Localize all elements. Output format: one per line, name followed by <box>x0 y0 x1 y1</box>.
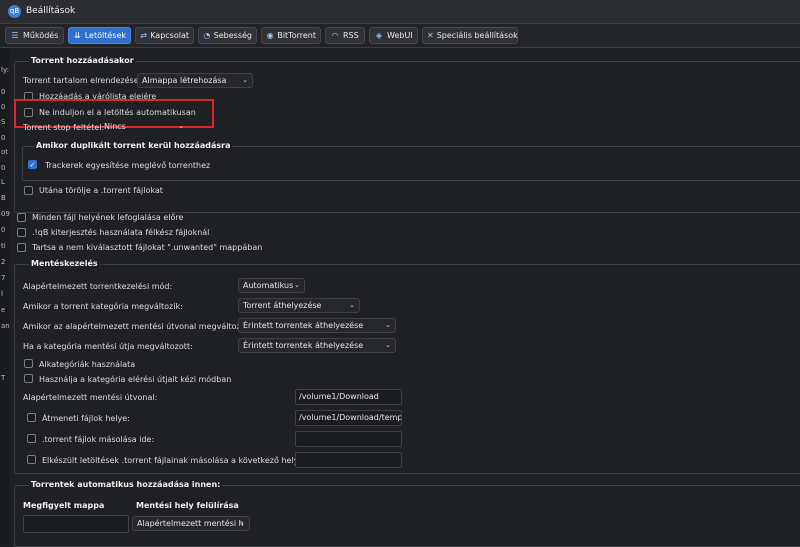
override-save-select[interactable]: Alapértelmezett mentési h ⌄ <box>132 516 250 531</box>
left-strip-text: 0 <box>1 134 6 142</box>
left-strip: ly: 0 0 S 0 ot 0 L B 09 0 ti 2 7 l e an … <box>0 48 10 543</box>
qb-extension-checkbox[interactable] <box>17 228 26 237</box>
delete-torrent-label: Utána törölje a .torrent fájlokat <box>39 186 163 195</box>
tab-rss[interactable]: ◠ RSS <box>325 27 365 44</box>
left-strip-text: 09 <box>1 210 10 218</box>
watched-folder-input[interactable] <box>23 515 129 533</box>
qb-extension-label: .!qB kiterjesztés használata félkész fáj… <box>32 228 210 237</box>
default-save-path-input[interactable]: /volume1/Download <box>295 389 402 405</box>
category-path-changed-select[interactable]: Érintett torrentek áthelyezése ⌄ <box>238 338 396 353</box>
left-strip-text: l <box>1 290 3 298</box>
left-strip-text: 2 <box>1 258 6 266</box>
saving-legend: Mentéskezelés <box>29 259 100 268</box>
unwanted-folder-label: Tartsa a nem kiválasztott fájlokat ".unw… <box>32 243 263 252</box>
copy-torrent-label: .torrent fájlok másolása ide: <box>42 435 155 444</box>
duplicate-legend: Amikor duplikált torrent kerül hozzáadás… <box>34 141 233 150</box>
temp-path-label: Átmeneti fájlok helye: <box>42 414 130 423</box>
default-path-changed-label: Amikor az alapértelmezett mentési útvona… <box>23 322 251 331</box>
temp-path-checkbox[interactable] <box>27 413 36 422</box>
subcategories-checkbox[interactable] <box>24 359 33 368</box>
tab-connection[interactable]: ⇄ Kapcsolat <box>135 27 194 44</box>
management-mode-label: Alapértelmezett torrentkezelési mód: <box>23 282 173 291</box>
watched-folder-header: Megfigyelt mappa <box>23 501 105 510</box>
manual-category-path-label: Használja a kategória elérési útjait kéz… <box>39 375 232 384</box>
chevron-down-icon: ⌄ <box>385 341 391 349</box>
wrench-icon: ✕ <box>427 30 434 40</box>
left-strip-text: L <box>1 178 5 186</box>
speedometer-icon: ◔ <box>203 30 211 40</box>
left-strip-text: T <box>1 374 6 382</box>
override-save-header: Mentési hely felülírása <box>136 501 239 510</box>
tab-speed[interactable]: ◔ Sebesség <box>198 27 257 44</box>
left-strip-text: ot <box>1 148 9 156</box>
temp-path-input[interactable]: /volume1/Download/temp <box>295 410 402 426</box>
tab-downloads[interactable]: ⇊ Letöltések <box>68 27 131 44</box>
webui-icon: ◈ <box>375 30 383 40</box>
left-strip-text: 7 <box>1 274 6 282</box>
sliders-icon: ☰ <box>11 30 19 40</box>
downloads-panel: Torrent hozzáadásakor Torrent tartalom e… <box>10 48 800 547</box>
left-strip-text: 0 <box>1 164 6 172</box>
tab-webui[interactable]: ◈ WebUI <box>369 27 418 44</box>
left-strip-text: 0 <box>1 88 6 96</box>
copy-finished-label: Elkészült letöltések .torrent fájlainak … <box>42 456 310 465</box>
delete-torrent-checkbox[interactable] <box>24 186 33 195</box>
left-strip-text: e <box>1 306 6 314</box>
preallocate-label: Minden fájl helyének lefoglalása előre <box>32 213 184 222</box>
window-title: Beállítások <box>26 6 76 16</box>
default-path-changed-select[interactable]: Érintett torrentek áthelyezése ⌄ <box>238 318 396 333</box>
category-changed-label: Amikor a torrent kategória megváltozik: <box>23 302 183 311</box>
chevron-down-icon: ⌄ <box>239 519 245 527</box>
chevron-down-icon: ⌄ <box>178 122 184 130</box>
preallocate-checkbox[interactable] <box>17 213 26 222</box>
chevron-down-icon: ⌄ <box>349 301 355 309</box>
bittorrent-icon: ◉ <box>266 30 274 40</box>
management-mode-select[interactable]: Automatikus ⌄ <box>238 278 305 293</box>
tab-advanced[interactable]: ✕ Speciális beállítások <box>422 27 518 44</box>
default-save-path-label: Alapértelmezett mentési útvonal: <box>23 393 158 402</box>
adding-legend: Torrent hozzáadásakor <box>29 56 136 65</box>
stop-condition-label: Torrent stop feltétel: <box>23 123 105 132</box>
content-layout-select[interactable]: Almappa létrehozása ⌄ <box>137 73 253 88</box>
left-strip-text: B <box>1 194 6 202</box>
merge-trackers-label: Trackerek egyesítése meglévő torrenthez <box>45 161 211 170</box>
merge-trackers-checkbox[interactable]: ✓ <box>28 160 37 169</box>
unwanted-folder-checkbox[interactable] <box>17 243 26 252</box>
manual-category-path-checkbox[interactable] <box>24 374 33 383</box>
left-strip-text: ly: <box>1 66 9 74</box>
connection-icon: ⇄ <box>140 30 147 40</box>
category-path-changed-label: Ha a kategória mentési útja megváltozott… <box>23 342 193 351</box>
stop-condition-select[interactable]: Nincs ⌄ <box>100 120 188 135</box>
copy-finished-checkbox[interactable] <box>27 455 36 464</box>
title-bar: qB Beállítások <box>0 0 800 24</box>
category-changed-select[interactable]: Torrent áthelyezése ⌄ <box>238 298 360 313</box>
chevron-down-icon: ⌄ <box>242 76 248 84</box>
copy-torrent-checkbox[interactable] <box>27 434 36 443</box>
left-strip-text: 0 <box>1 226 6 234</box>
app-logo-icon: qB <box>8 5 21 18</box>
left-strip-text: 0 <box>1 103 6 111</box>
chevron-down-icon: ⌄ <box>385 321 391 329</box>
download-icon: ⇊ <box>74 30 81 40</box>
tab-bar: ☰ Működés ⇊ Letöltések ⇄ Kapcsolat ◔ Sebessé… <box>0 24 800 48</box>
left-strip-text: ti <box>1 242 6 250</box>
tab-bittorrent[interactable]: ◉ BitTorrent <box>261 27 321 44</box>
content-layout-label: Torrent tartalom elrendezése: <box>23 76 142 85</box>
copy-torrent-input[interactable] <box>295 431 402 447</box>
copy-finished-input[interactable] <box>295 452 402 468</box>
auto-add-legend: Torrentek automatikus hozzáadása innen: <box>29 480 223 489</box>
left-strip-text: S <box>1 118 6 126</box>
chevron-down-icon: ⌄ <box>294 281 300 289</box>
subcategories-label: Alkategóriák használata <box>39 360 136 369</box>
tab-behavior[interactable]: ☰ Működés <box>5 27 64 44</box>
left-strip-text: an <box>1 322 10 330</box>
rss-icon: ◠ <box>331 30 339 40</box>
